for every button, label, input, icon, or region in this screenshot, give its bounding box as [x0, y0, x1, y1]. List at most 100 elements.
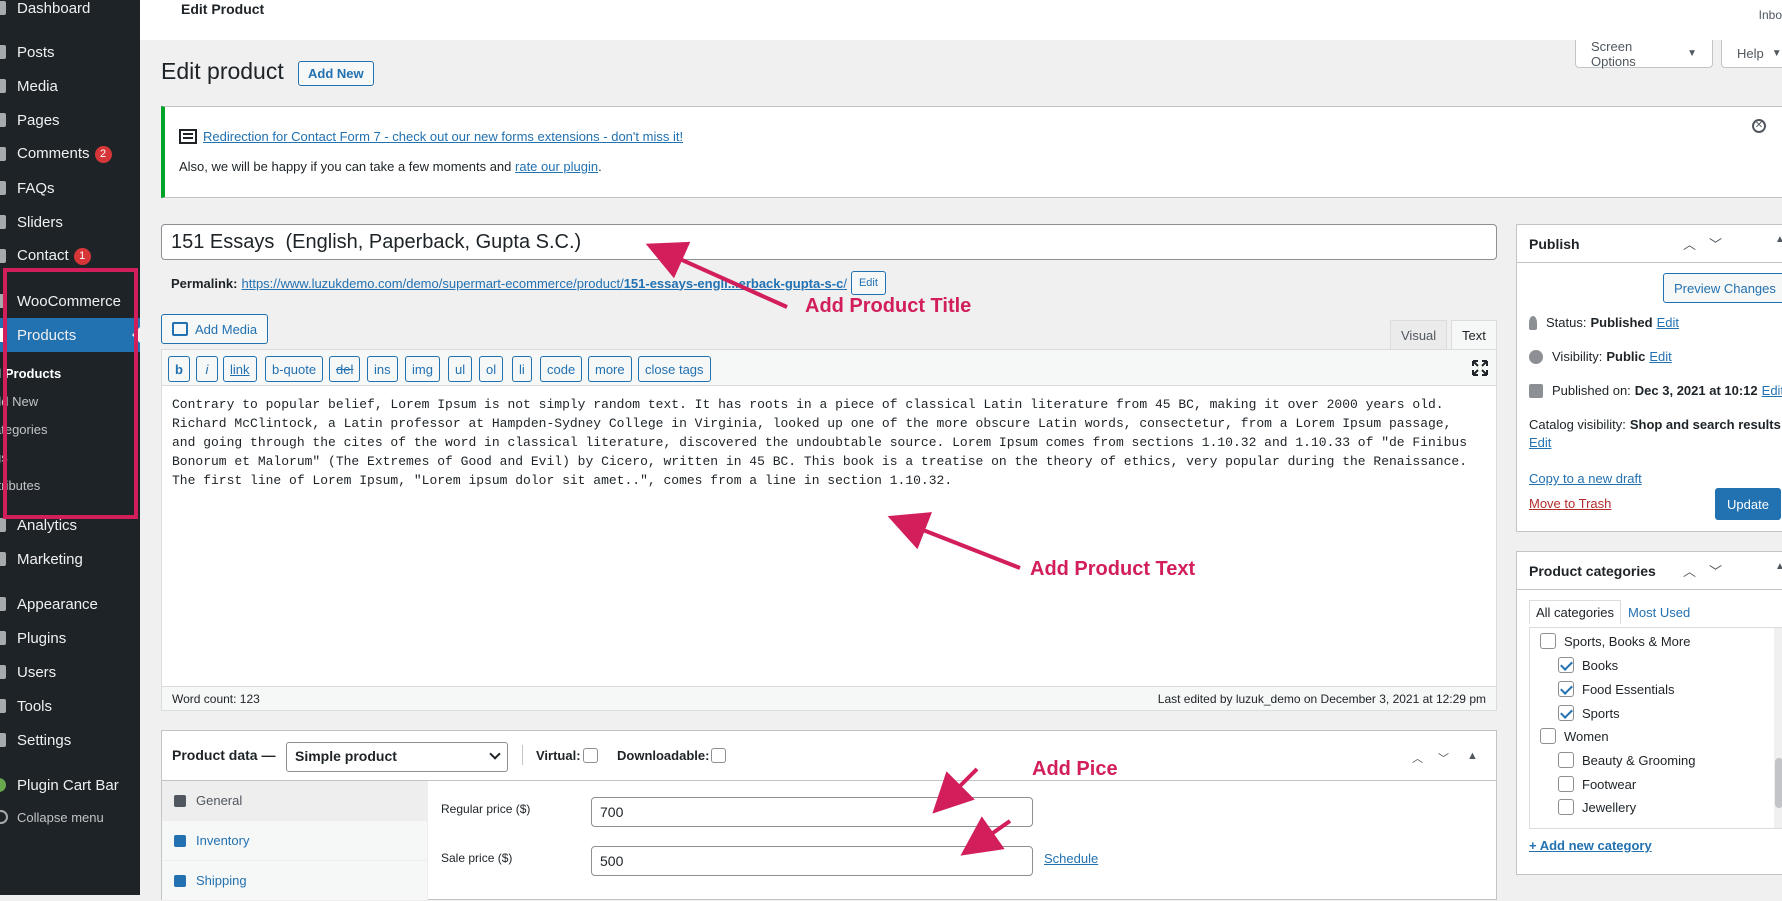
- category-item[interactable]: Jewellery: [1558, 799, 1636, 815]
- permalink-url[interactable]: https://www.luzukdemo.com/demo/supermart…: [241, 276, 846, 291]
- category-checkbox[interactable]: [1558, 799, 1574, 815]
- tab-inventory[interactable]: Inventory: [162, 821, 428, 861]
- fullscreen-icon[interactable]: [1472, 360, 1488, 376]
- submenu-tags[interactable]: gs: [0, 450, 8, 465]
- category-checkbox[interactable]: [1558, 681, 1574, 697]
- category-item[interactable]: Sports: [1558, 705, 1620, 721]
- menu-users[interactable]: Users: [0, 655, 140, 689]
- move-up-icon[interactable]: ︿: [1683, 234, 1696, 253]
- add-new-category-link[interactable]: + Add new category: [1529, 838, 1652, 853]
- qt-link-button[interactable]: link: [223, 356, 257, 382]
- category-scrollbar[interactable]: [1774, 628, 1782, 828]
- submenu-categories[interactable]: ategories: [0, 422, 47, 437]
- edit-slug-button[interactable]: Edit: [850, 271, 886, 295]
- schedule-link[interactable]: Schedule: [1044, 851, 1098, 866]
- edit-catalog-link[interactable]: Edit: [1529, 435, 1551, 450]
- edit-status-link[interactable]: Edit: [1657, 315, 1679, 330]
- menu-products[interactable]: Products: [0, 318, 140, 352]
- regular-price-input[interactable]: [591, 797, 1033, 827]
- menu-analytics[interactable]: Analytics: [0, 508, 140, 542]
- toggle-panel-icon[interactable]: ▲: [1775, 234, 1782, 245]
- tab-shipping[interactable]: Shipping: [162, 861, 428, 901]
- tab-general[interactable]: General: [162, 781, 428, 821]
- submenu-all-products[interactable]: ll Products: [0, 366, 61, 381]
- move-down-icon[interactable]: ﹀: [1438, 750, 1449, 766]
- qt-ul-button[interactable]: ul: [448, 356, 473, 382]
- tab-all-categories[interactable]: All categories: [1529, 600, 1622, 624]
- category-checkbox[interactable]: [1558, 705, 1574, 721]
- help-button[interactable]: Help ▼: [1721, 40, 1782, 68]
- screen-options-button[interactable]: Screen Options ▼: [1575, 39, 1713, 69]
- menu-dashboard[interactable]: Dashboard: [0, 0, 140, 25]
- category-checkbox[interactable]: [1558, 752, 1574, 768]
- product-type-select[interactable]: Simple product: [286, 742, 508, 772]
- menu-tools[interactable]: Tools: [0, 689, 140, 723]
- add-media-button[interactable]: Add Media: [161, 314, 269, 344]
- toggle-panel-icon[interactable]: ▲: [1467, 750, 1478, 762]
- menu-contact[interactable]: Contact 1: [0, 239, 140, 273]
- scrollbar-thumb[interactable]: [1775, 758, 1782, 808]
- category-item[interactable]: Books: [1558, 657, 1618, 673]
- collapse-menu[interactable]: Collapse menu: [0, 800, 140, 834]
- virtual-checkbox-box[interactable]: [582, 748, 598, 763]
- move-to-trash-link[interactable]: Move to Trash: [1529, 496, 1611, 511]
- menu-posts[interactable]: Posts: [0, 35, 140, 69]
- edit-date-link[interactable]: Edit: [1762, 383, 1782, 398]
- tab-text[interactable]: Text: [1451, 320, 1497, 350]
- qt-more-button[interactable]: more: [588, 356, 632, 382]
- qt-img-button[interactable]: img: [405, 356, 440, 382]
- category-item[interactable]: Food Essentials: [1558, 681, 1675, 697]
- category-item[interactable]: Footwear: [1558, 776, 1636, 792]
- menu-media[interactable]: Media: [0, 69, 140, 103]
- tab-visual[interactable]: Visual: [1390, 320, 1448, 350]
- category-checkbox[interactable]: [1558, 657, 1574, 673]
- content-textarea[interactable]: Contrary to popular belief, Lorem Ipsum …: [172, 395, 1486, 490]
- category-item[interactable]: Women: [1540, 728, 1609, 744]
- menu-marketing[interactable]: Marketing: [0, 542, 140, 576]
- toggle-panel-icon[interactable]: ▲: [1775, 561, 1782, 572]
- qt-bquote-button[interactable]: b-quote: [265, 356, 324, 382]
- menu-pages[interactable]: Pages: [0, 103, 140, 137]
- edit-visibility-link[interactable]: Edit: [1649, 349, 1671, 364]
- category-checkbox[interactable]: [1558, 776, 1574, 792]
- notice-link[interactable]: Redirection for Contact Form 7 - check o…: [203, 129, 683, 144]
- qt-ol-button[interactable]: ol: [479, 356, 504, 382]
- category-item[interactable]: Sports, Books & More: [1540, 633, 1690, 649]
- menu-sliders[interactable]: Sliders: [0, 205, 140, 239]
- menu-faqs[interactable]: FAQs: [0, 171, 140, 205]
- qt-italic-button[interactable]: i: [196, 356, 218, 382]
- menu-plugins[interactable]: Plugins: [0, 621, 140, 655]
- move-down-icon[interactable]: ﹀: [1709, 561, 1722, 580]
- category-checkbox[interactable]: [1540, 728, 1556, 744]
- qt-ins-button[interactable]: ins: [367, 356, 398, 382]
- category-checkbox[interactable]: [1540, 633, 1556, 649]
- submenu-add-new[interactable]: dd New: [0, 394, 38, 409]
- update-button[interactable]: Update: [1715, 488, 1781, 520]
- downloadable-checkbox[interactable]: Downloadable:: [617, 748, 727, 763]
- dismiss-icon[interactable]: ✕: [1752, 119, 1766, 133]
- preview-changes-button[interactable]: Preview Changes: [1663, 273, 1782, 303]
- move-up-icon[interactable]: ︿: [1683, 561, 1696, 580]
- menu-comments[interactable]: Comments 2: [0, 137, 140, 171]
- menu-plugin-cart-bar[interactable]: Plugin Cart Bar: [0, 768, 140, 802]
- category-item[interactable]: Beauty & Grooming: [1558, 752, 1695, 768]
- menu-settings[interactable]: Settings: [0, 723, 140, 757]
- virtual-checkbox[interactable]: Virtual:: [536, 748, 598, 763]
- inbox-link[interactable]: Inbo: [1759, 8, 1782, 22]
- qt-code-button[interactable]: code: [540, 356, 583, 382]
- downloadable-checkbox-box[interactable]: [711, 748, 727, 763]
- menu-woocommerce[interactable]: WooCommerce: [0, 284, 140, 318]
- tab-most-used[interactable]: Most Used: [1621, 600, 1697, 624]
- qt-del-button[interactable]: del: [329, 356, 361, 382]
- move-up-icon[interactable]: ︿: [1412, 750, 1423, 766]
- product-title-input[interactable]: [161, 224, 1497, 260]
- move-down-icon[interactable]: ﹀: [1709, 234, 1722, 253]
- add-new-button[interactable]: Add New: [298, 61, 374, 86]
- qt-bold-button[interactable]: b: [168, 356, 190, 382]
- sale-price-input[interactable]: [591, 846, 1033, 876]
- qt-close-tags-button[interactable]: close tags: [638, 356, 711, 382]
- rate-plugin-link[interactable]: rate our plugin: [515, 159, 598, 174]
- copy-draft-link[interactable]: Copy to a new draft: [1529, 471, 1642, 486]
- submenu-attributes[interactable]: ttributes: [0, 478, 40, 493]
- qt-li-button[interactable]: li: [512, 356, 532, 382]
